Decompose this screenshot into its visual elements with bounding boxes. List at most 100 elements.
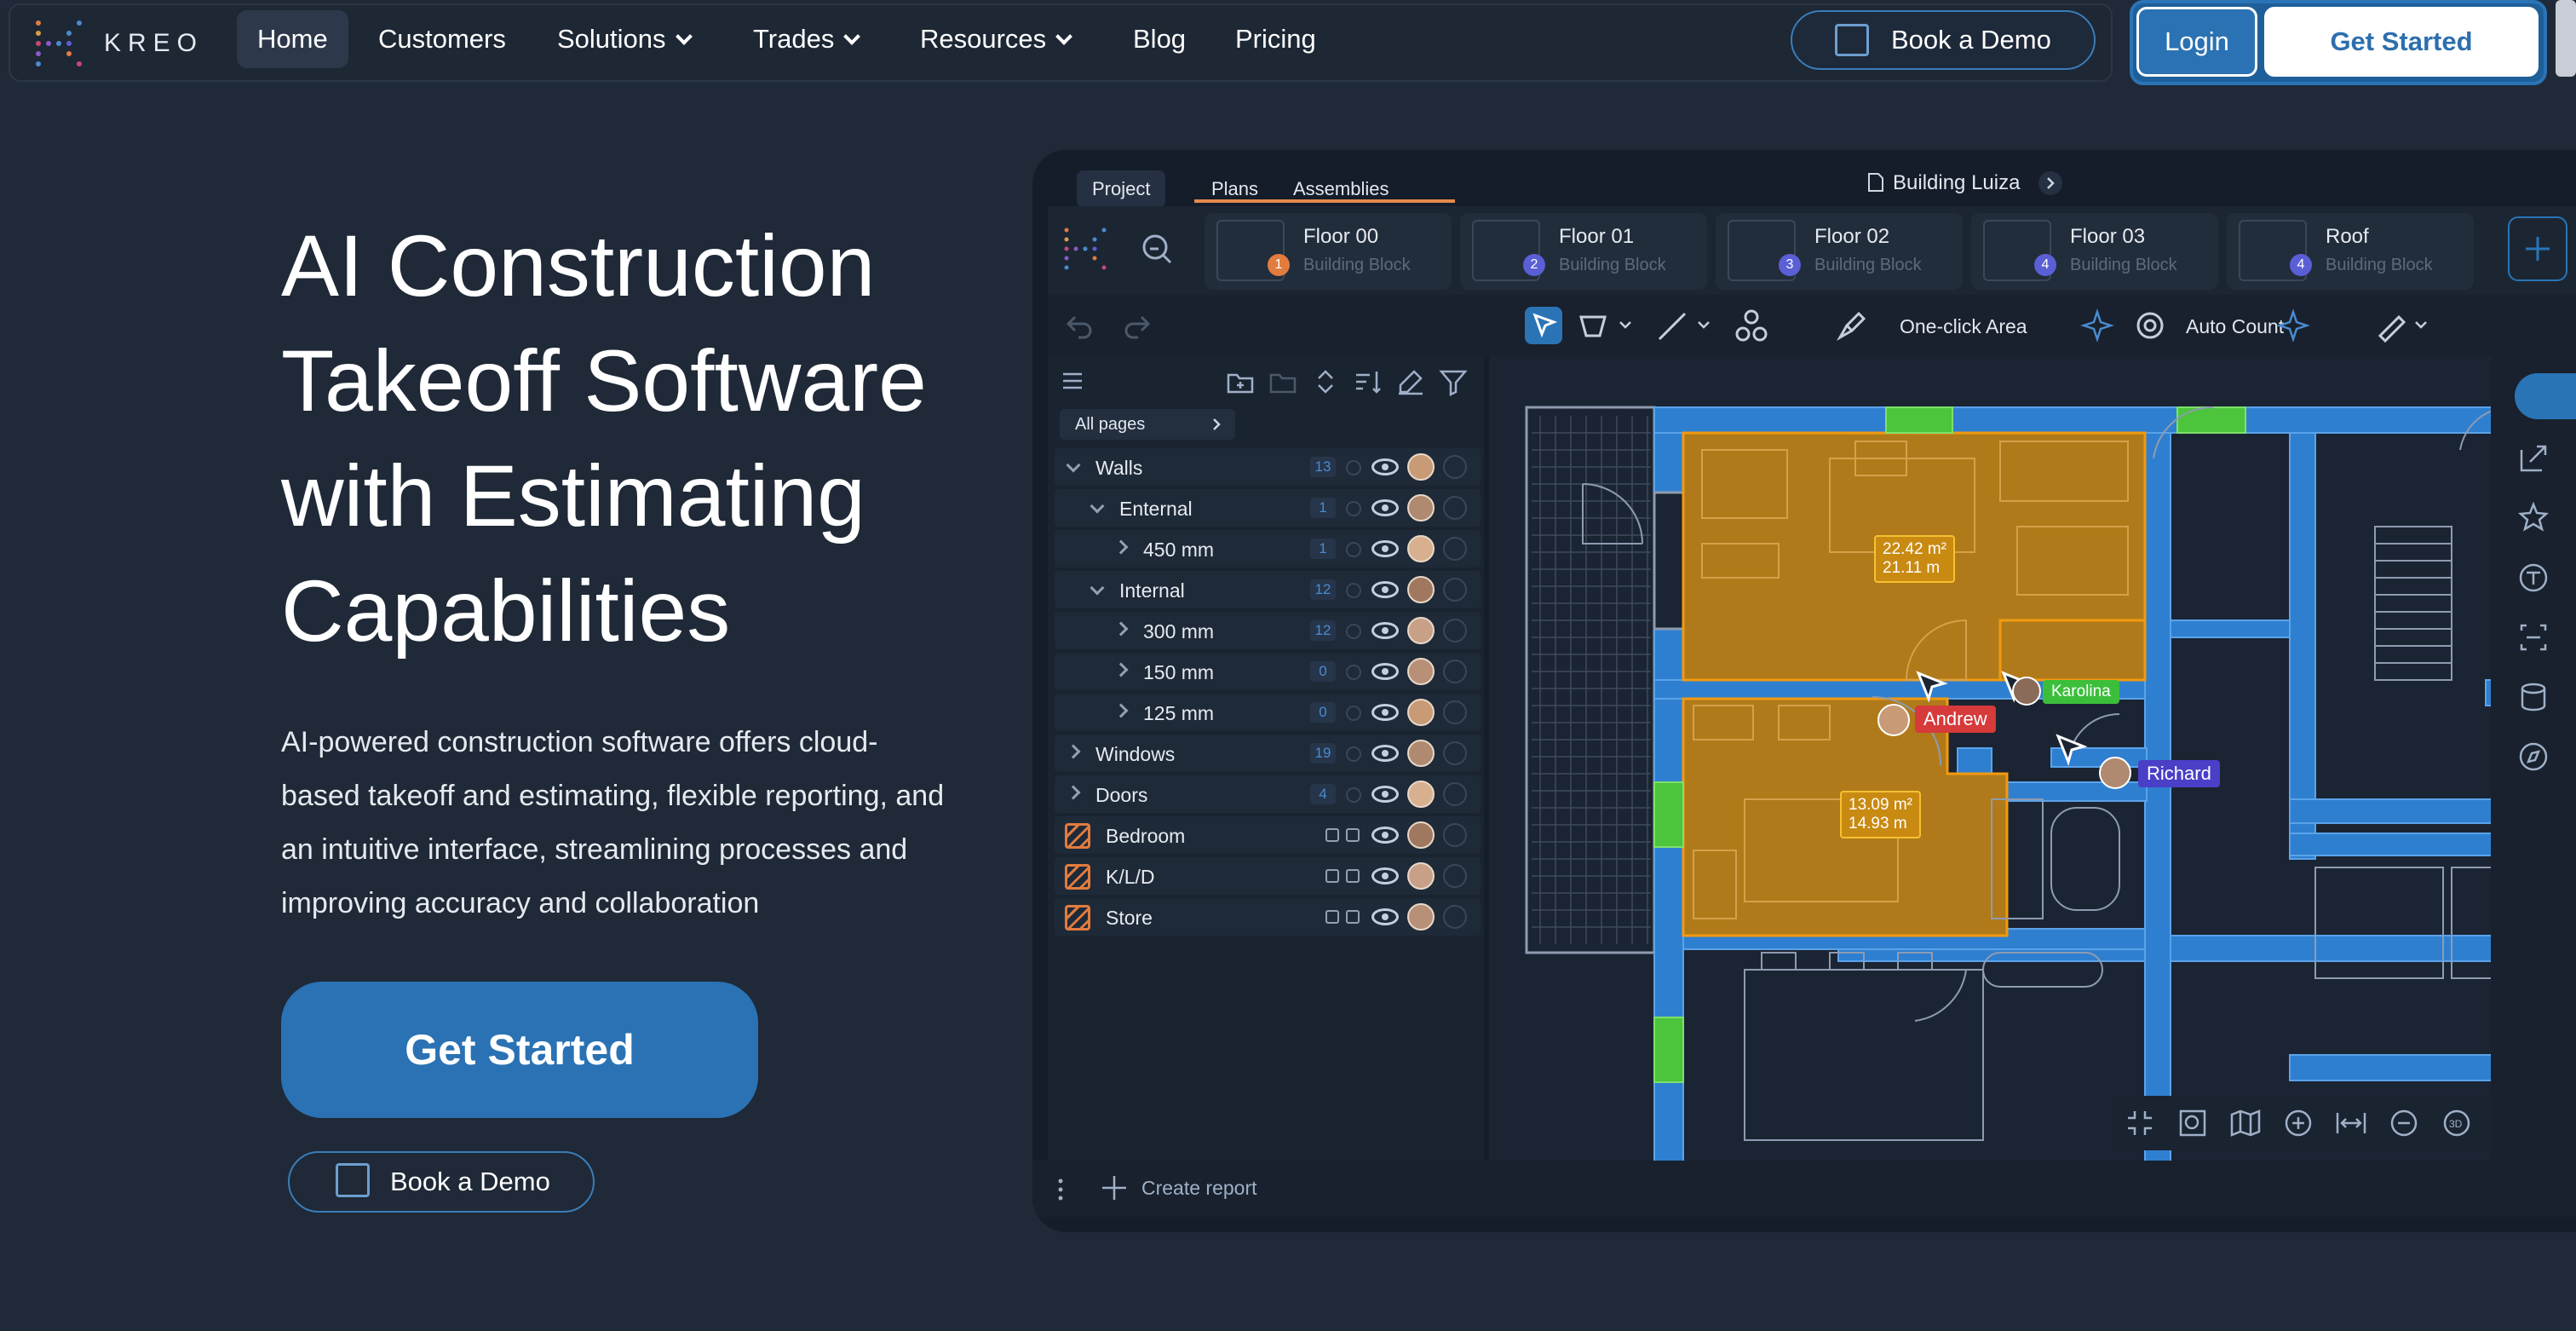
floor-card[interactable]: 4 Floor 03 Building Block (1971, 213, 2218, 290)
tab-project[interactable]: Project (1077, 170, 1166, 208)
area-tool-icon[interactable] (1576, 307, 1636, 344)
collapse-icon[interactable] (2123, 1106, 2157, 1140)
tree-row[interactable]: Store (1055, 898, 1481, 936)
create-report-button[interactable]: Create report (1101, 1174, 1257, 1201)
link-icon[interactable] (1443, 496, 1467, 520)
square-icon[interactable] (1346, 910, 1360, 924)
brand-name[interactable]: KREO (104, 29, 204, 58)
kreo-logo-icon[interactable] (29, 14, 89, 73)
text-tool-icon[interactable] (2516, 561, 2550, 595)
scrollbar[interactable] (2556, 0, 2576, 77)
square-icon[interactable] (1346, 869, 1360, 883)
auto-count-label[interactable]: Auto Count (2186, 315, 2284, 338)
link-icon[interactable] (1443, 782, 1467, 806)
sort-icon[interactable] (1353, 366, 1383, 397)
chevron-right-icon[interactable] (1113, 703, 1129, 718)
link-icon[interactable] (1443, 905, 1467, 929)
scan-icon[interactable] (2516, 620, 2550, 654)
eye-icon[interactable] (1371, 704, 1399, 721)
chevron-right-icon[interactable] (1113, 539, 1129, 555)
link-icon[interactable] (1443, 537, 1467, 561)
pattern-icon[interactable] (1325, 869, 1339, 883)
color-dot-icon[interactable] (1346, 460, 1361, 475)
nav-link-blog[interactable]: Blog (1113, 10, 1206, 68)
eye-icon[interactable] (1371, 827, 1399, 844)
fit-width-icon[interactable] (2334, 1106, 2368, 1140)
eye-icon[interactable] (1371, 786, 1399, 803)
floor-card[interactable]: 4 Roof Building Block (2227, 213, 2474, 290)
floor-card[interactable]: 3 Floor 02 Building Block (1716, 213, 1963, 290)
ruler-icon[interactable] (2373, 307, 2433, 344)
link-icon[interactable] (1443, 619, 1467, 642)
tree-row[interactable]: Walls 13 (1055, 448, 1481, 486)
nav-link-solutions[interactable]: Solutions (537, 10, 710, 68)
link-icon[interactable] (1443, 578, 1467, 602)
all-pages-selector[interactable]: All pages (1060, 409, 1235, 440)
zoom-fit-icon[interactable] (2176, 1106, 2210, 1140)
tree-row[interactable]: Windows 19 (1055, 735, 1481, 772)
nav-link-home[interactable]: Home (237, 10, 348, 68)
tree-row[interactable]: 150 mm 0 (1055, 653, 1481, 690)
link-icon[interactable] (1443, 700, 1467, 724)
zoom-in-icon[interactable] (2281, 1106, 2315, 1140)
move-folder-icon[interactable] (1268, 366, 1298, 397)
nav-link-trades[interactable]: Trades (733, 10, 878, 68)
square-icon[interactable] (1346, 828, 1360, 842)
eye-icon[interactable] (1371, 458, 1399, 475)
tree-row[interactable]: 125 mm 0 (1055, 694, 1481, 731)
link-icon[interactable] (1443, 660, 1467, 683)
auto-count-icon[interactable] (2131, 307, 2169, 344)
tree-row[interactable]: 300 mm 12 (1055, 612, 1481, 649)
floor-card[interactable]: 1 Floor 00 Building Block (1205, 213, 1452, 290)
tree-row[interactable]: 450 mm 1 (1055, 530, 1481, 568)
link-icon[interactable] (1443, 455, 1467, 479)
color-dot-icon[interactable] (1346, 706, 1361, 721)
eye-icon[interactable] (1371, 540, 1399, 557)
export-icon[interactable] (2516, 441, 2550, 475)
eye-icon[interactable] (1371, 745, 1399, 762)
panel-toggle-button[interactable] (2515, 373, 2576, 419)
eye-icon[interactable] (1371, 663, 1399, 680)
chevron-down-icon[interactable] (1090, 580, 1105, 596)
more-icon[interactable] (1056, 1178, 1065, 1201)
floor-plan-canvas[interactable]: 22.42 m² 21.11 m 13.09 m² 14.93 m Andrew K… (1489, 356, 2562, 1161)
eye-icon[interactable] (1371, 908, 1399, 925)
add-folder-icon[interactable] (1225, 366, 1256, 397)
tree-row[interactable]: Enternal 1 (1055, 489, 1481, 527)
book-demo-button[interactable]: Book a Demo (1791, 10, 2096, 70)
tree-row[interactable]: K/L/D (1055, 857, 1481, 895)
kreo-app-logo-icon[interactable] (1061, 225, 1109, 273)
pattern-icon[interactable] (1325, 910, 1339, 924)
map-icon[interactable] (2228, 1106, 2263, 1140)
project-name[interactable]: Building Luiza (1867, 170, 2063, 196)
chevron-right-icon[interactable] (1113, 662, 1129, 677)
expand-collapse-icon[interactable] (1310, 366, 1341, 397)
brush-icon[interactable] (1833, 307, 1871, 344)
login-button[interactable]: Login (2136, 7, 2257, 77)
color-dot-icon[interactable] (1346, 746, 1361, 762)
star-icon[interactable] (2516, 501, 2550, 535)
undo-icon[interactable] (1063, 308, 1097, 343)
link-icon[interactable] (1443, 823, 1467, 847)
chevron-right-icon[interactable] (1066, 744, 1081, 759)
filter-icon[interactable] (1438, 366, 1469, 397)
get-started-nav-button[interactable]: Get Started (2264, 7, 2539, 77)
eye-icon[interactable] (1371, 867, 1399, 884)
nav-link-pricing[interactable]: Pricing (1215, 10, 1337, 68)
menu-icon[interactable] (1060, 368, 1085, 394)
database-icon[interactable] (2516, 680, 2550, 714)
eye-icon[interactable] (1371, 622, 1399, 639)
polygon-tool-button[interactable] (1525, 307, 1562, 344)
chevron-down-icon[interactable] (1090, 498, 1105, 514)
edit-icon[interactable] (1395, 366, 1426, 397)
zoom-out-icon[interactable] (2387, 1106, 2421, 1140)
eye-icon[interactable] (1371, 581, 1399, 598)
one-click-area-label[interactable]: One-click Area (1900, 315, 2027, 338)
color-dot-icon[interactable] (1346, 665, 1361, 680)
color-dot-icon[interactable] (1346, 787, 1361, 803)
chevron-right-icon[interactable] (1066, 785, 1081, 800)
nav-link-resources[interactable]: Resources (900, 10, 1090, 68)
chevron-down-icon[interactable] (1066, 458, 1081, 473)
tree-row[interactable]: Bedroom (1055, 816, 1481, 854)
eye-icon[interactable] (1371, 499, 1399, 516)
